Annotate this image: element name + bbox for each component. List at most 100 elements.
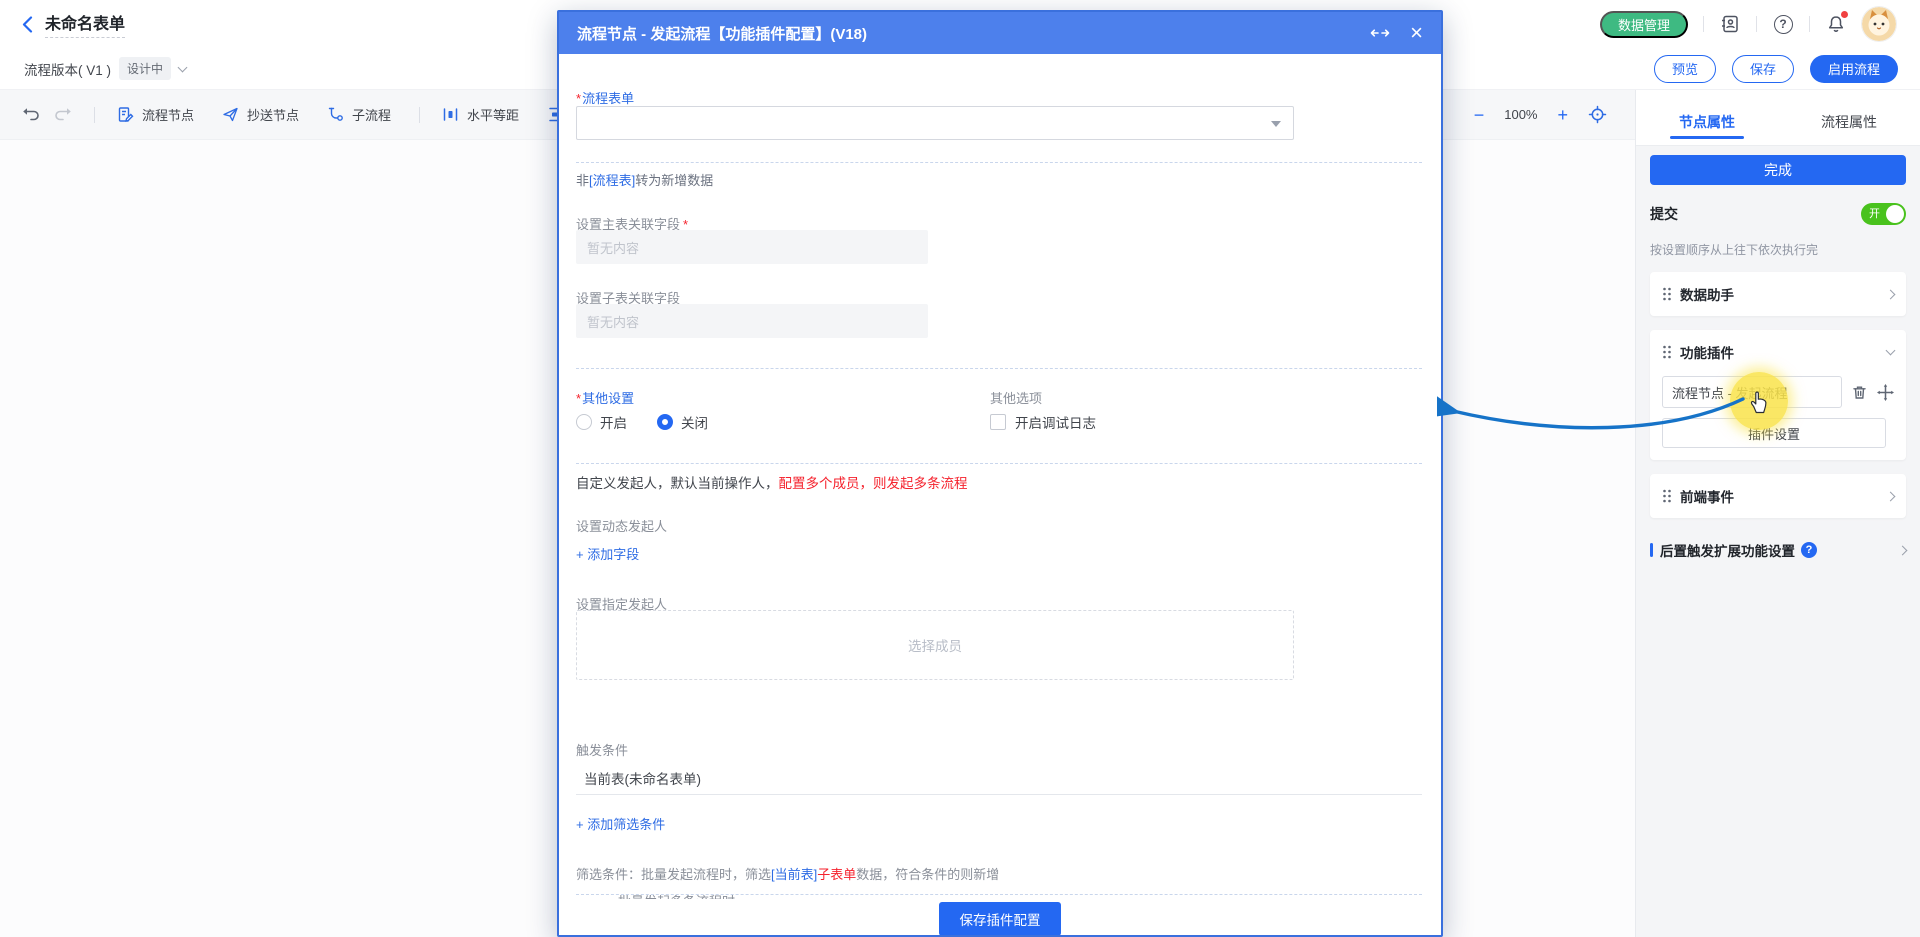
divider-dashed [576,162,1422,163]
divider [1703,16,1704,32]
tool-horizontal-spacing[interactable]: 水平等距 [442,105,519,124]
chevron-down-icon [1886,346,1896,356]
back-icon[interactable] [22,16,33,33]
done-button[interactable]: 完成 [1650,155,1906,185]
radio-on[interactable]: 开启 [576,412,627,432]
note-line: 非[流程表]转为新增数据 [576,170,713,189]
locate-target-icon[interactable] [1588,105,1607,124]
version-chevron-down-icon[interactable] [178,62,188,72]
flow-form-select[interactable] [576,106,1294,140]
drag-handle-icon[interactable] [1662,345,1672,359]
drag-handle-icon[interactable] [1662,287,1672,301]
contacts-icon[interactable] [1719,13,1741,35]
hand-cursor-icon [1748,388,1770,415]
divider [1809,16,1810,32]
topbar-actions: 数据管理 ? [1600,7,1896,41]
flow-node-icon [117,106,134,123]
drag-handle-icon[interactable] [1662,489,1672,503]
sub-field-input: 暂无内容 [576,304,928,338]
data-manage-button[interactable]: 数据管理 [1600,11,1688,38]
flow-table-link[interactable]: [流程表] [589,173,635,188]
trigger-underline [576,794,1422,795]
redo-icon[interactable] [55,107,72,122]
zoom-controls: − 100% + [1474,90,1607,139]
divider-dashed [576,463,1422,464]
page-title[interactable]: 未命名表单 [45,10,125,38]
paper-plane-icon [222,106,239,123]
tool-flow-node[interactable]: 流程节点 [117,105,194,124]
click-highlight [1730,372,1788,430]
card-function-plugin-head[interactable]: 功能插件 [1662,342,1894,362]
move-icon[interactable] [1877,384,1894,401]
other-settings-radios: 开启 关闭 [576,412,708,432]
radio-circle-selected-icon [657,414,673,430]
tab-node-properties[interactable]: 节点属性 [1636,90,1778,145]
close-icon[interactable]: × [1410,22,1423,44]
expand-resize-icon[interactable] [1370,26,1390,40]
zoom-in-button[interactable]: + [1557,106,1568,124]
save-button[interactable]: 保存 [1732,55,1794,83]
right-panel: 节点属性 流程属性 完成 提交 开 按设置顺序从上往下依次执行完 数据助手 [1635,90,1920,937]
panel-tabs: 节点属性 流程属性 [1636,90,1920,146]
flow-form-label: *流程表单 [576,88,634,107]
caret-down-icon [1271,121,1281,127]
filter-note: 筛选条件：批量发起流程时，筛选[当前表]子表单数据，符合条件的则新增 [576,864,999,883]
radio-off-selected[interactable]: 关闭 [657,412,708,432]
current-table-link[interactable]: [当前表] [771,867,817,882]
zoom-level: 100% [1504,107,1537,122]
modal-header: 流程节点 - 发起流程【功能插件配置】(V18) × [559,12,1441,54]
branch-icon [327,106,344,123]
submit-row: 提交 开 [1650,203,1906,225]
divider-dashed [576,368,1422,369]
plugin-config-modal: 流程节点 - 发起流程【功能插件配置】(V18) × *流程表单 非[流程表]转… [557,10,1443,937]
divider [94,107,95,123]
chevron-right-icon [1886,289,1896,299]
save-plugin-config-button[interactable]: 保存插件配置 [939,902,1061,935]
panel-body: 完成 提交 开 按设置顺序从上往下依次执行完 数据助手 [1636,146,1920,560]
select-member-box[interactable]: 选择成员 [576,610,1294,680]
horizontal-spacing-icon [442,106,459,123]
card-frontend-event-head[interactable]: 前端事件 [1662,486,1894,506]
other-options-label: 其他选项 [990,388,1042,407]
dynamic-sender-label: 设置动态发起人 [576,516,667,535]
add-filter-link[interactable]: + 添加筛选条件 [576,814,665,833]
order-hint: 按设置顺序从上往下依次执行完 [1650,241,1906,258]
chevron-right-icon [1898,545,1908,555]
tool-sub-flow[interactable]: 子流程 [327,105,391,124]
notification-bell-icon[interactable] [1825,13,1847,35]
avatar[interactable] [1862,7,1896,41]
radio-circle-icon [576,414,592,430]
status-badge: 设计中 [119,57,171,80]
trigger-value[interactable]: 当前表(未命名表单) [584,768,701,788]
card-data-assistant-head[interactable]: 数据助手 [1662,284,1894,304]
app-root: 未命名表单 数据管理 ? [0,0,1920,937]
chevron-right-icon [1886,491,1896,501]
question-help-icon[interactable]: ? [1801,542,1817,558]
modal-body: *流程表单 非[流程表]转为新增数据 设置主表关联字段* 暂无内容 设置子表关联… [559,54,1441,935]
zoom-out-button[interactable]: − [1474,106,1485,124]
enable-flow-button[interactable]: 启用流程 [1810,55,1898,83]
main-field-input: 暂无内容 [576,230,928,264]
checkbox-icon [990,414,1006,430]
divider [419,107,420,123]
submit-label: 提交 [1650,204,1678,224]
other-settings-label: *其他设置 [576,388,634,407]
modal-footer: 保存插件配置 [559,899,1441,935]
card-frontend-event: 前端事件 [1650,474,1906,518]
debug-log-checkbox-row[interactable]: 开启调试日志 [990,412,1096,432]
help-icon[interactable]: ? [1772,13,1794,35]
post-trigger-settings-link[interactable]: 后置触发扩展功能设置 ? [1650,540,1906,560]
trigger-label: 触发条件 [576,740,628,759]
submit-toggle[interactable]: 开 [1861,203,1906,225]
custom-sender-note: 自定义发起人，默认当前操作人，配置多个成员，则发起多条流程 [576,472,968,492]
card-data-assistant: 数据助手 [1650,272,1906,316]
tab-flow-properties[interactable]: 流程属性 [1778,90,1920,145]
add-field-link[interactable]: + 添加字段 [576,544,639,563]
version-label: 流程版本( V1 ) [24,59,111,79]
tool-cc-node[interactable]: 抄送节点 [222,105,299,124]
notification-dot [1841,11,1848,18]
modal-title: 流程节点 - 发起流程【功能插件配置】(V18) [577,23,867,44]
preview-button[interactable]: 预览 [1654,55,1716,83]
delete-trash-icon[interactable] [1851,384,1868,401]
undo-icon[interactable] [22,107,39,122]
